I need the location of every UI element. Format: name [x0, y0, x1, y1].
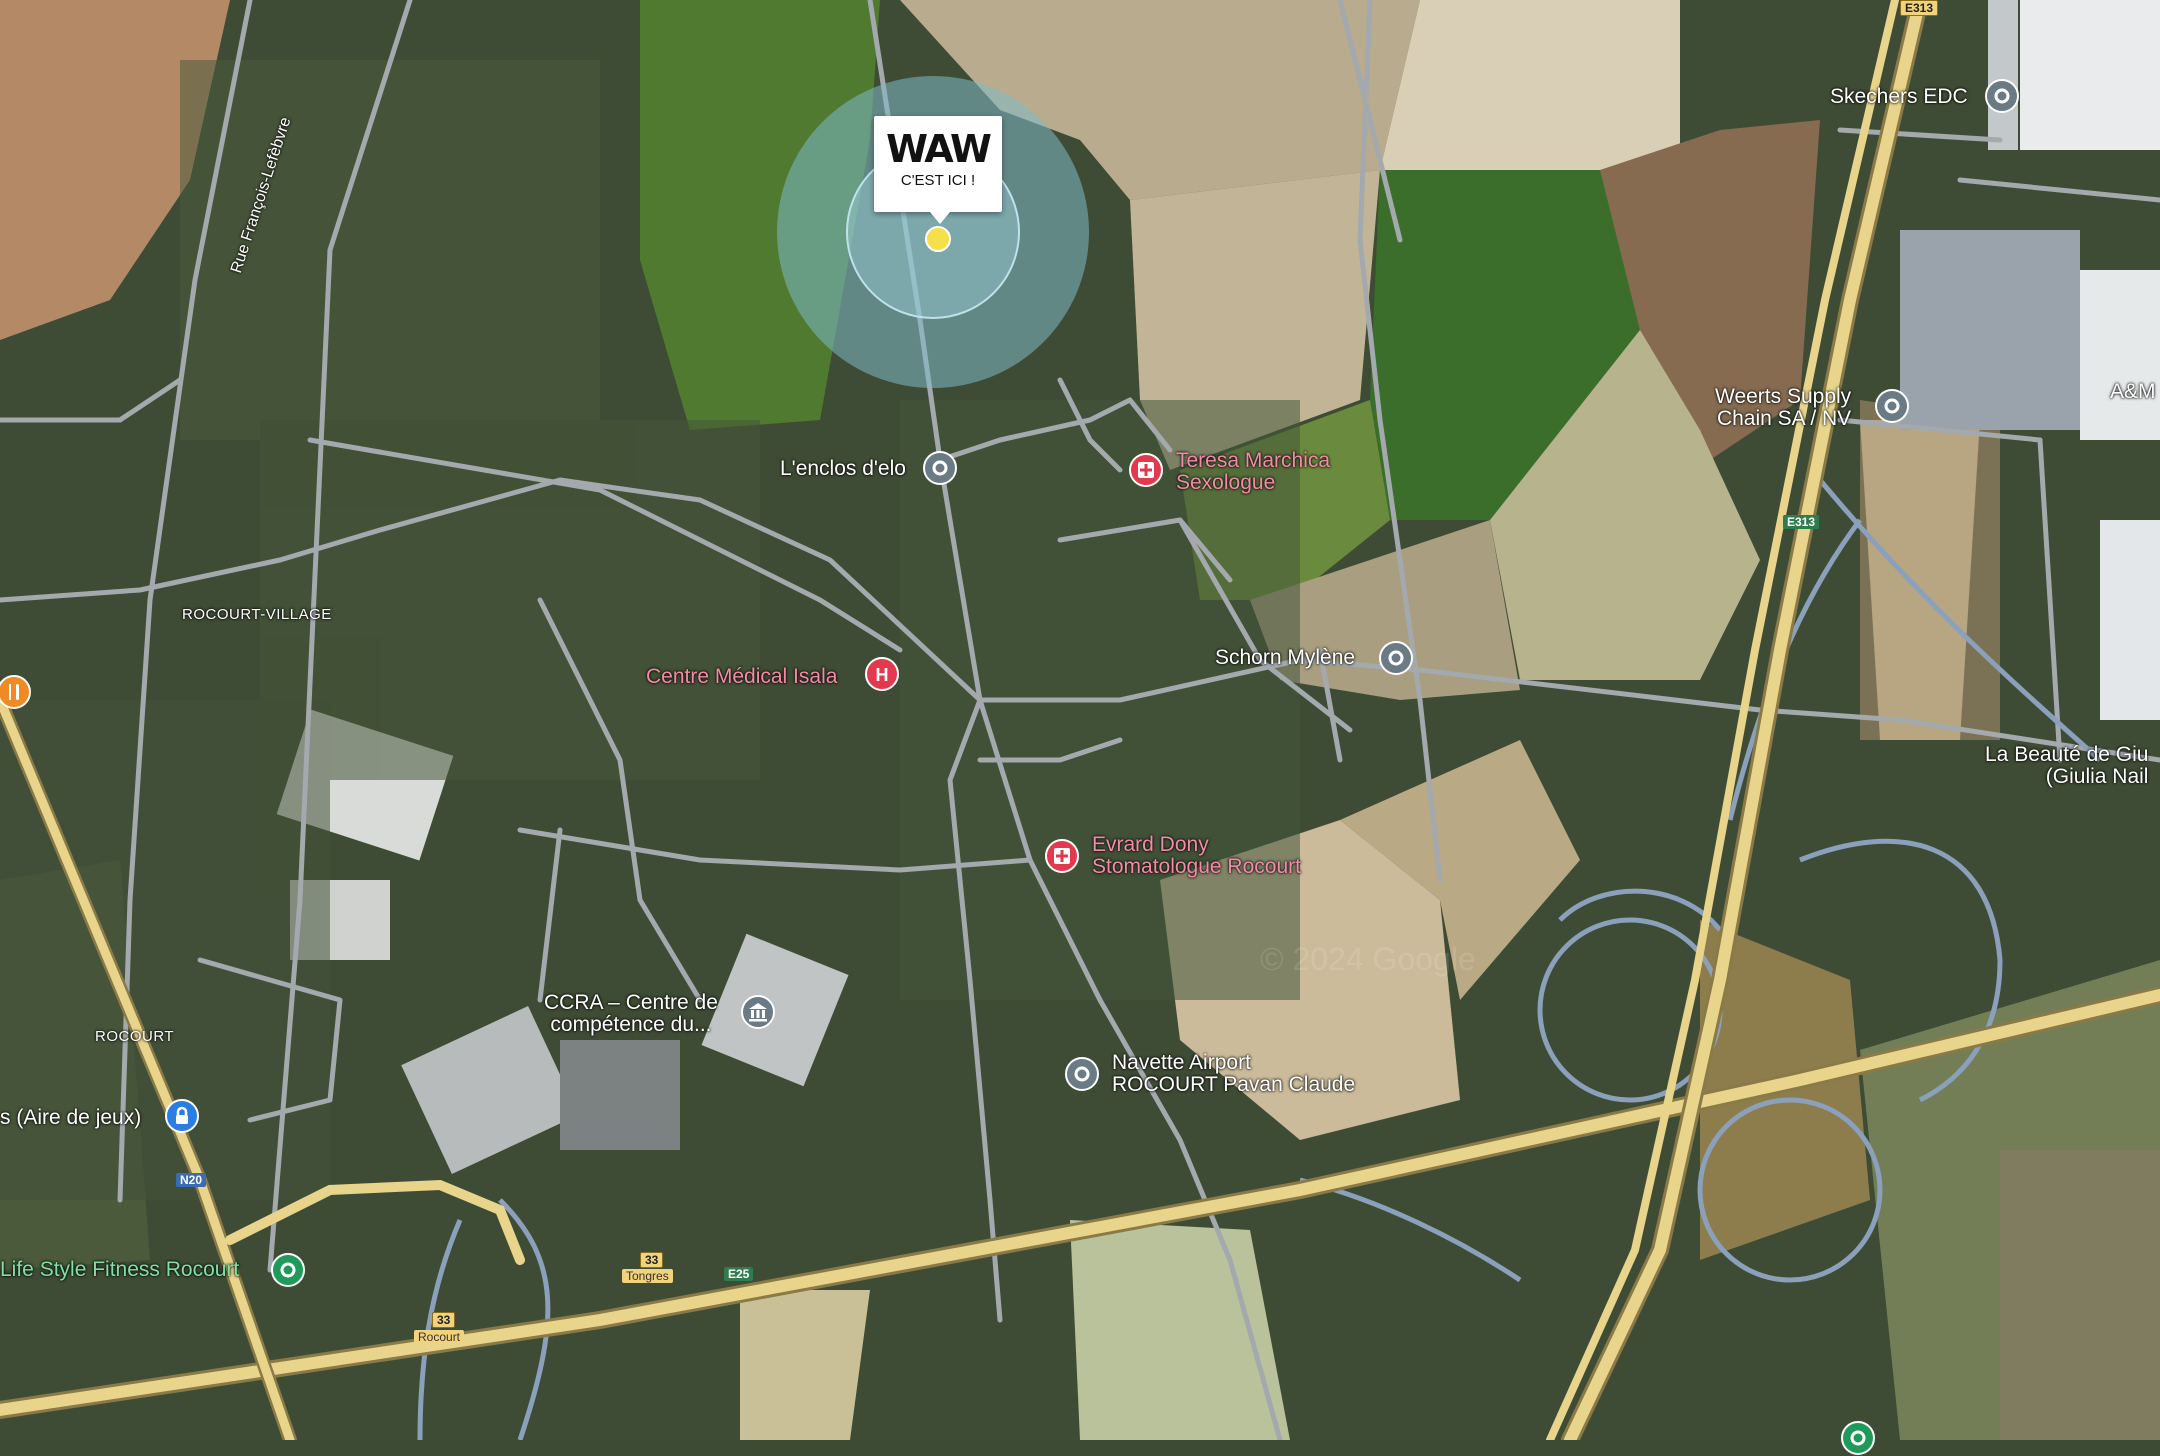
poi-label-centre-medical-isala[interactable]: Centre Médical Isala: [646, 666, 837, 688]
poi-pin-aire-de-jeux[interactable]: [164, 1098, 200, 1134]
place-label-rocourt-village: ROCOURT-VILLAGE: [182, 606, 332, 623]
poi-label-aire-de-jeux[interactable]: s (Aire de jeux): [0, 1107, 141, 1129]
brand-logo: WAW: [886, 127, 992, 171]
location-marker-card[interactable]: WAW C'EST ICI !: [874, 116, 1002, 224]
poi-label-life-style-fitness[interactable]: Life Style Fitness Rocourt: [0, 1259, 239, 1281]
poi-pin-evrard-dony[interactable]: [1044, 838, 1080, 874]
road-shield-e25: E25: [724, 1267, 754, 1281]
poi-pin-navette-airport[interactable]: [1064, 1056, 1100, 1092]
poi-label-schorn-mylene[interactable]: Schorn Mylène: [1215, 647, 1355, 669]
exit-number-tongres: 33: [640, 1252, 664, 1268]
marker-tagline: C'EST ICI !: [900, 172, 976, 189]
poi-pin-teresa-marchica[interactable]: [1128, 452, 1164, 488]
poi-pin-schorn-mylene[interactable]: [1378, 640, 1414, 676]
road-shield-n20: N20: [176, 1173, 207, 1187]
poi-label-ccra[interactable]: CCRA – Centre de compétence du...: [544, 992, 718, 1036]
location-dot: [925, 226, 951, 252]
restaurant-icon: [9, 684, 11, 700]
poi-label-skechers-edc[interactable]: Skechers EDC: [1830, 86, 1968, 108]
lock-icon: [176, 1115, 188, 1124]
place-label-rocourt: ROCOURT: [95, 1028, 175, 1045]
exit-number-rocourt: 33: [432, 1312, 456, 1328]
poi-label-navette-airport[interactable]: Navette Airport ROCOURT Pavan Claude: [1112, 1052, 1355, 1096]
exit-name-tongres: Tongres: [622, 1269, 673, 1283]
map-watermark: © 2024 Google: [1260, 941, 1476, 977]
poi-pin-weerts[interactable]: [1874, 388, 1910, 424]
poi-label-teresa-marchica[interactable]: Teresa Marchica Sexologue: [1176, 450, 1330, 494]
poi-pin-skechers[interactable]: [1984, 78, 2020, 114]
poi-label-lenclos-delo[interactable]: L'enclos d'elo: [780, 458, 906, 480]
poi-label-weerts-supply-chain[interactable]: Weerts Supply Chain SA / NV: [1715, 386, 1851, 430]
poi-label-la-beaute-de-giulia[interactable]: La Beauté de Giu (Giulia Nail: [1985, 744, 2148, 788]
exit-name-rocourt: Rocourt: [414, 1330, 465, 1344]
poi-pin-restaurant[interactable]: [0, 674, 32, 710]
poi-pin-lenclos[interactable]: [922, 450, 958, 486]
poi-label-am[interactable]: A&M: [2110, 381, 2156, 403]
poi-label-evrard-dony[interactable]: Evrard Dony Stomatologue Rocourt: [1092, 834, 1301, 878]
poi-pin-centre-medical-isala[interactable]: H: [864, 656, 900, 692]
satellite-map[interactable]: © 2024 Google: [0, 0, 2160, 1440]
poi-pin-ccra[interactable]: [740, 994, 776, 1030]
road-shield-e313: E313: [1783, 515, 1820, 529]
hospital-icon: H: [876, 665, 889, 685]
poi-pin-life-style-fitness[interactable]: [270, 1252, 306, 1288]
poi-pin-bottom-green[interactable]: [1840, 1420, 1876, 1456]
road-shield-e313-top: E313: [1900, 0, 1939, 16]
